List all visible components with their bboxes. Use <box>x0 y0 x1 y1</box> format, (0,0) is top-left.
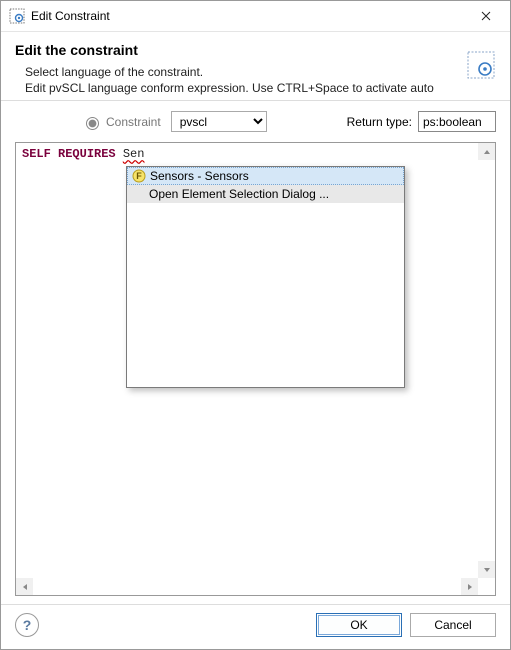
editor-keyword-self: SELF <box>22 147 51 161</box>
form-row: Constraint pvscl Return type: <box>15 111 496 132</box>
ok-button[interactable]: OK <box>316 613 402 637</box>
expression-editor-container: SELF REQUIRES Sen F <box>15 142 496 596</box>
scroll-up-button[interactable] <box>478 143 495 160</box>
scroll-right-button[interactable] <box>461 578 478 595</box>
editor-partial-token: Sen <box>123 147 145 161</box>
svg-text:F: F <box>136 171 142 181</box>
button-bar: ? OK Cancel <box>1 604 510 649</box>
editor-keyword-requires: REQUIRES <box>58 147 116 161</box>
scroll-left-button[interactable] <box>16 578 33 595</box>
return-type-label: Return type: <box>347 115 412 129</box>
autocomplete-item-label: Open Element Selection Dialog ... <box>149 187 329 201</box>
cancel-button[interactable]: Cancel <box>410 613 496 637</box>
header-subtext: Select language of the constraint. Edit … <box>15 64 496 96</box>
header-subtext-line1: Select language of the constraint. <box>25 64 496 80</box>
language-combo[interactable]: pvscl <box>171 111 267 132</box>
constraint-radio-label: Constraint <box>106 115 161 129</box>
header-title: Edit the constraint <box>15 42 496 58</box>
header-subtext-line2: Edit pvSCL language conform expression. … <box>25 80 496 96</box>
header-constraint-icon <box>466 50 496 80</box>
feature-icon: F <box>132 169 146 183</box>
constraint-radio-input[interactable] <box>86 117 99 130</box>
titlebar: Edit Constraint <box>1 1 510 32</box>
scroll-down-button[interactable] <box>478 561 495 578</box>
dialog-header: Edit the constraint Select language of t… <box>1 32 510 100</box>
dialog-content: Constraint pvscl Return type: SELF REQUI… <box>1 101 510 604</box>
dialog-window: Edit Constraint Edit the constraint Sele… <box>0 0 511 650</box>
constraint-radio[interactable]: Constraint <box>81 114 161 130</box>
window-title: Edit Constraint <box>31 9 463 23</box>
return-type-input[interactable] <box>418 111 496 132</box>
autocomplete-popup: F Sensors - Sensors Open Element Selecti… <box>126 166 405 388</box>
autocomplete-item[interactable]: F Sensors - Sensors <box>127 167 404 185</box>
constraint-icon <box>9 8 25 24</box>
help-button[interactable]: ? <box>15 613 39 637</box>
close-button[interactable] <box>463 2 508 30</box>
autocomplete-item[interactable]: Open Element Selection Dialog ... <box>127 185 404 203</box>
autocomplete-item-label: Sensors - Sensors <box>150 169 249 183</box>
